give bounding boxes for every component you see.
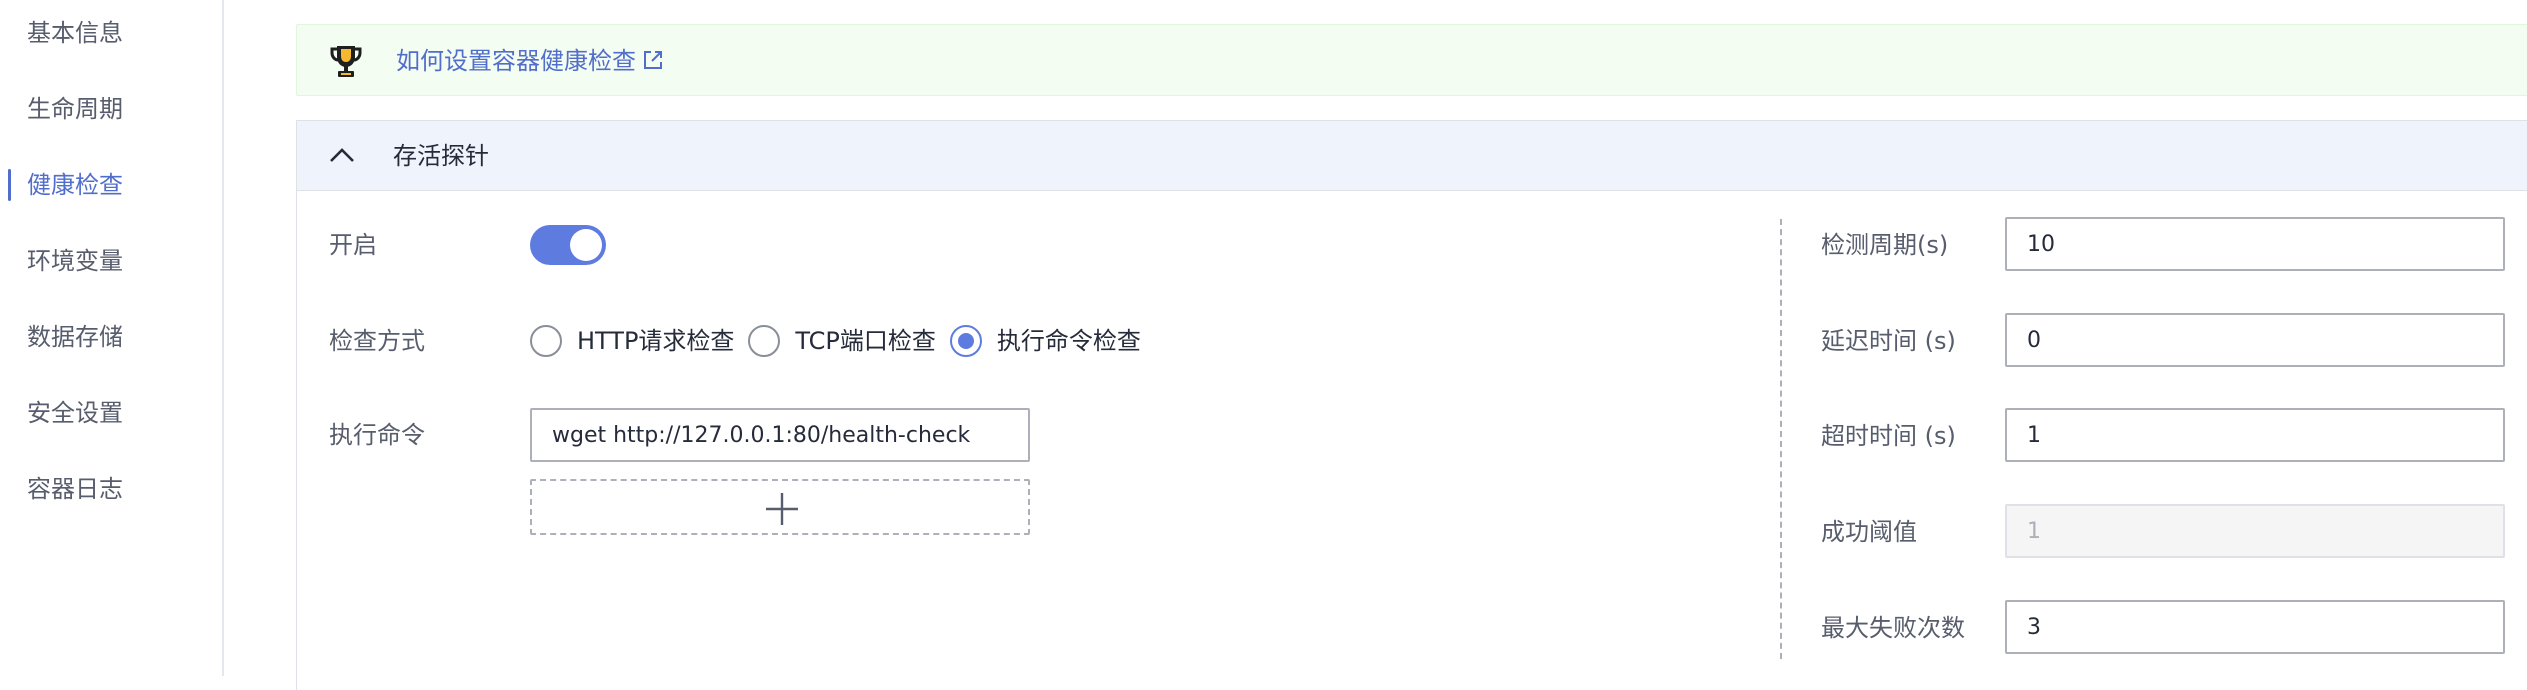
sidebar-item-env-vars[interactable]: 环境变量 [0,241,222,281]
chevron-up-icon[interactable] [327,141,357,171]
check-method-label: 检查方式 [329,327,425,355]
external-link-icon [642,45,664,69]
radio-circle [748,325,781,357]
timeout-label: 超时时间 (s) [1821,422,1956,450]
radio-label: HTTP请求检查 [577,327,735,355]
column-divider [1780,219,1782,659]
sidebar-item-label: 环境变量 [27,247,123,275]
radio-circle [949,325,982,357]
radio-http-check[interactable]: HTTP请求检查 [530,323,734,359]
sidebar-item-storage[interactable]: 数据存储 [0,317,222,357]
exec-command-label: 执行命令 [329,421,425,449]
health-check-guide-link[interactable]: 如何设置容器健康检查 [396,43,664,79]
sidebar: 基本信息 生命周期 健康检查 环境变量 数据存储 安全设置 容器日志 [0,0,224,676]
health-check-guide-link-text: 如何设置容器健康检查 [396,47,636,75]
sidebar-item-health-check[interactable]: 健康检查 [0,165,222,205]
timeout-input[interactable] [2005,408,2505,462]
period-input[interactable] [2005,217,2505,271]
plus-icon [766,493,798,525]
sidebar-item-security[interactable]: 安全设置 [0,393,222,433]
radio-label: TCP端口检查 [795,327,936,355]
exec-command-input[interactable] [530,408,1030,462]
delay-input[interactable] [2005,313,2505,367]
active-indicator [8,169,11,201]
panel-header[interactable]: 存活探针 [297,121,2527,191]
tip-banner: 如何设置容器健康检查 [296,24,2527,96]
sidebar-item-label: 安全设置 [27,399,123,427]
add-command-button[interactable] [530,479,1030,535]
sidebar-item-label: 数据存储 [27,323,123,351]
enable-toggle[interactable] [530,225,606,265]
enable-label: 开启 [329,231,377,259]
radio-circle [530,325,562,357]
max-failures-input[interactable] [2005,600,2505,654]
toggle-knob [570,229,602,261]
trophy-icon [329,43,363,79]
delay-label: 延迟时间 (s) [1821,327,1956,355]
max-failures-label: 最大失败次数 [1821,614,1965,642]
success-threshold-input [2005,504,2505,558]
radio-label: 执行命令检查 [996,327,1141,355]
sidebar-item-container-logs[interactable]: 容器日志 [0,469,222,509]
sidebar-item-label: 基本信息 [27,19,123,47]
sidebar-item-lifecycle[interactable]: 生命周期 [0,89,222,129]
check-method-radio-group: HTTP请求检查 TCP端口检查 执行命令检查 [530,323,1155,359]
panel-title: 存活探针 [393,142,489,170]
radio-tcp-check[interactable]: TCP端口检查 [748,323,936,359]
period-label: 检测周期(s) [1821,231,1949,259]
success-threshold-label: 成功阈值 [1821,518,1917,546]
sidebar-item-basic-info[interactable]: 基本信息 [0,13,222,53]
sidebar-item-label: 容器日志 [27,475,123,503]
sidebar-item-label: 生命周期 [27,95,123,123]
radio-exec-command-check[interactable]: 执行命令检查 [949,323,1141,359]
liveness-probe-panel: 存活探针 开启 检查方式 HTTP请求检查 TCP端口检查 执行命令检查 执行命… [296,120,2527,690]
sidebar-item-label: 健康检查 [27,171,123,199]
